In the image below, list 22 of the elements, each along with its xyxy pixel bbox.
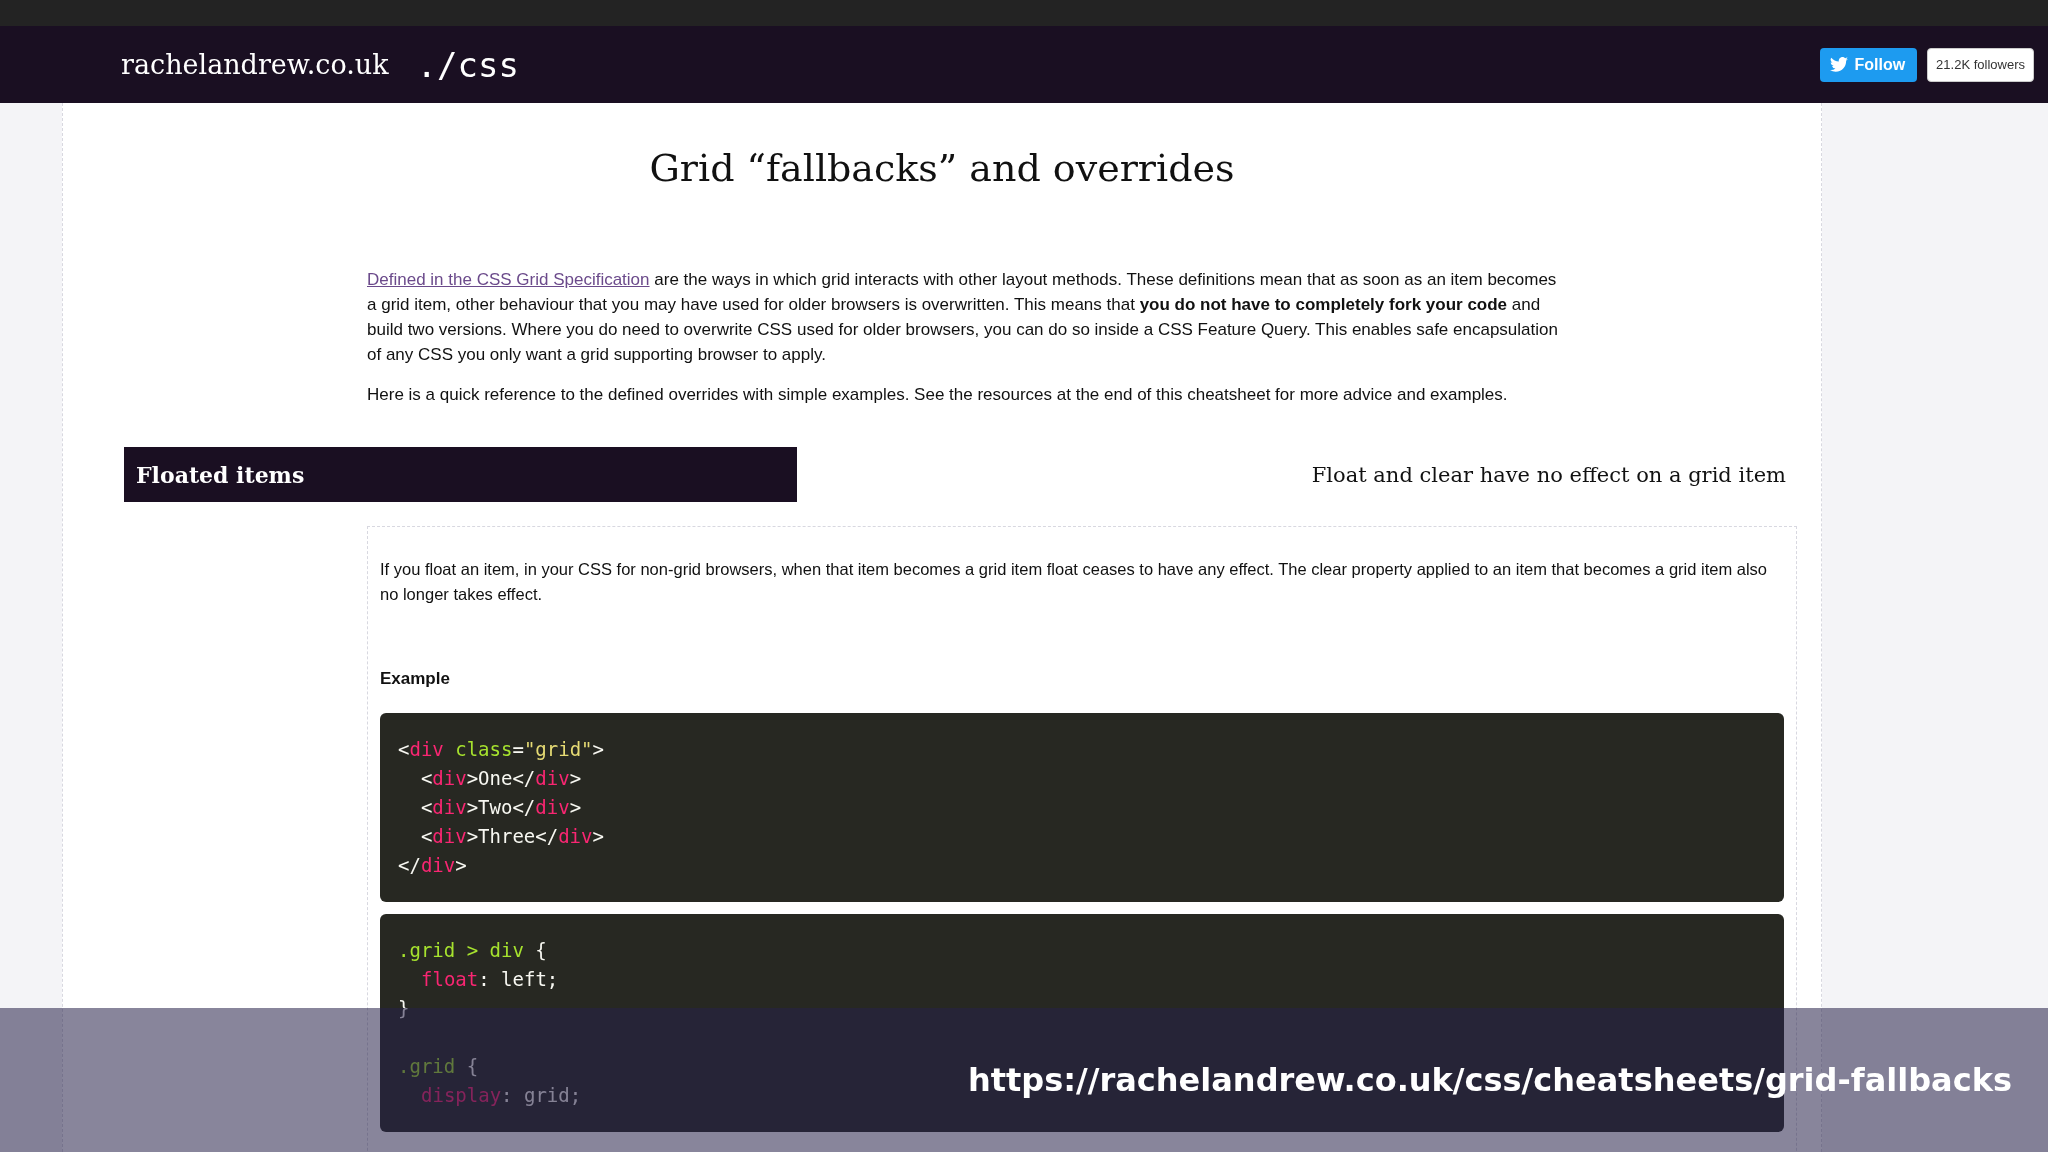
spec-link[interactable]: Defined in the CSS Grid Specification [367, 270, 650, 289]
code-line: <div>Three</div> [419, 824, 605, 849]
code-line: <div>Two</div> [419, 795, 583, 820]
bird-icon [1830, 57, 1849, 72]
code-line: float: left; [420, 967, 560, 992]
description-text: If you float an item, in your CSS for non-grid browsers, when that item becomes a grid item float ceases to have any effect. The clear property applied to an item that becomes a grid item also no longer takes effect. [380, 559, 1768, 605]
page-title: Grid “fallbacks” and overrides [648, 145, 1236, 187]
code-line: <div>One</div> [419, 766, 583, 791]
section-heading: Floated items [124, 447, 797, 502]
intro-paragraph: Defined in the CSS Grid Specification are the ways in which grid interacts with other layout methods. These definitions mean that as soon as an item becomes a grid item, other behaviour that you may have used for older browsers is overwritten. This means that you do not have to completely fork your code and build two versions. Where you do need to overwrite CSS used for older browsers, you can do so inside a CSS Feature Query. This enables safe encapsulation of any CSS you only want a grid supporting browser to apply. [367, 269, 1559, 366]
code-line: </div> [398, 853, 468, 878]
example-label: Example [380, 669, 451, 689]
site-name[interactable]: rachelandrew.co.uk [121, 49, 389, 80]
intro-paragraph: Here is a quick reference to the defined overrides with simple examples. See the resources at the end of this cheatsheet for more advice and examples. [367, 384, 1509, 406]
code-line: .grid > div { [398, 938, 548, 963]
section-summary: Float and clear have no effect on a grid item [1311, 462, 1786, 487]
code-line: <div class="grid"> [398, 737, 605, 762]
code-line: } [398, 996, 411, 1021]
section-link[interactable]: ./css [416, 44, 519, 85]
caption-url: https://rachelandrew.co.uk/css/cheatsheets/grid-fallbacks [967, 1061, 2012, 1099]
follower-count: 21.2K followers [1927, 47, 2034, 82]
code-line: .grid { [398, 1054, 480, 1079]
